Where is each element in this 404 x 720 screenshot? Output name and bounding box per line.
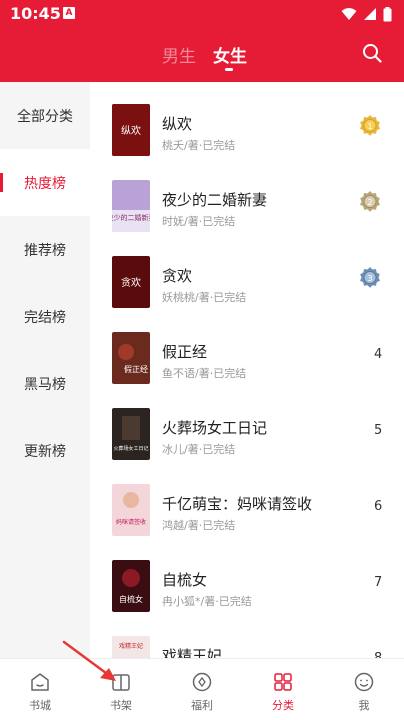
nav-label: 书城 [29, 699, 51, 712]
book-cover[interactable]: 纵欢 [112, 104, 150, 156]
book-title[interactable]: 夜少的二婚新妻 [162, 189, 267, 210]
rank-number: 8 [374, 651, 382, 658]
nav-bookshelf[interactable]: 书架 [81, 659, 161, 720]
book-row[interactable]: 纵欢 纵欢 桃夭/著·已完结 1 [90, 104, 404, 180]
book-title[interactable]: 纵欢 [162, 113, 192, 134]
nav-welfare[interactable]: 福利 [162, 659, 242, 720]
nav-label: 福利 [191, 699, 213, 712]
book-title[interactable]: 千亿萌宝：妈咪请签收 [162, 493, 312, 514]
sidebar-item-label: 热度榜 [24, 175, 66, 192]
book-meta: 桃夭/著·已完结 [162, 139, 236, 152]
rank-number: 4 [374, 347, 383, 362]
cover-text: 纵欢 [121, 124, 141, 137]
nav-label: 我 [358, 699, 370, 712]
cover-text: 妈咪请签收 [116, 518, 146, 526]
status-bar: 10:45 A [0, 0, 404, 28]
profile-icon [354, 672, 374, 692]
rank-number: 6 [374, 499, 383, 514]
book-row[interactable]: 妈咪请签收 千亿萌宝：妈咪请签收 鸿越/著·已完结 6 [90, 484, 404, 560]
book-title[interactable]: 火葬场女工日记 [162, 417, 267, 438]
book-cover[interactable]: 戏精王妃 [112, 636, 150, 658]
status-time: 10:45 [10, 4, 61, 23]
book-meta: 妖桃桃/著·已完结 [162, 291, 247, 304]
sidebar-item-updated[interactable]: 更新榜 [0, 417, 90, 484]
rank-number: 7 [374, 575, 383, 590]
bookshelf-icon [112, 674, 130, 691]
svg-text:3: 3 [367, 274, 372, 283]
book-cover[interactable]: 火葬场女工日记 [112, 408, 150, 460]
ranking-list: 纵欢 纵欢 桃夭/著·已完结 1 夜少的二婚新妻 夜少的二婚新妻 时妩/著·已完… [90, 82, 404, 658]
book-meta: 时妩/著·已完结 [162, 215, 236, 228]
gold-medal-icon: 1 [360, 115, 380, 136]
sidebar-item-recommend[interactable]: 推荐榜 [0, 216, 90, 283]
book-cover[interactable]: 妈咪请签收 [112, 484, 150, 536]
book-cover[interactable]: 假正经 [112, 332, 150, 384]
cover-text: 贪欢 [121, 276, 141, 289]
book-title[interactable]: 贪欢 [162, 265, 192, 286]
bottom-nav: 书城 书架 福利 分类 我 [0, 658, 404, 720]
nav-label: 分类 [272, 699, 294, 712]
book-meta: 冰儿/著·已完结 [162, 443, 236, 456]
sidebar-item-all[interactable]: 全部分类 [0, 82, 90, 149]
nav-me[interactable]: 我 [324, 659, 404, 720]
book-meta: 冉小狐*/著·已完结 [162, 595, 252, 608]
signal-icon [364, 8, 376, 20]
cover-text: 戏精王妃 [119, 642, 143, 650]
book-meta: 鸿越/著·已完结 [162, 519, 236, 532]
wifi-icon [341, 8, 357, 20]
top-header: 男生 女生 [0, 28, 404, 82]
book-title[interactable]: 假正经 [162, 341, 207, 362]
sidebar-item-hot[interactable]: 热度榜 [0, 149, 90, 216]
book-row[interactable]: 贪欢 贪欢 妖桃桃/著·已完结 3 [90, 256, 404, 332]
cover-text: 火葬场女工日记 [113, 445, 148, 452]
sidebar-item-completed[interactable]: 完结榜 [0, 283, 90, 350]
tab-female[interactable]: 女生 [213, 42, 247, 67]
book-row[interactable]: 夜少的二婚新妻 夜少的二婚新妻 时妩/著·已完结 2 [90, 180, 404, 256]
book-meta: 鱼不语/著·已完结 [162, 367, 247, 380]
cover-text: 自梳女 [119, 594, 143, 604]
active-marker [0, 173, 3, 192]
book-row[interactable]: 自梳女 自梳女 冉小狐*/著·已完结 7 [90, 560, 404, 636]
search-icon[interactable] [360, 41, 384, 65]
cover-text: 假正经 [124, 364, 148, 374]
nav-bookstore[interactable]: 书城 [0, 659, 80, 720]
svg-text:2: 2 [367, 198, 372, 207]
nav-label: 书架 [110, 699, 132, 712]
tab-male[interactable]: 男生 [162, 42, 196, 67]
cover-text: 夜少的二婚新妻 [112, 213, 150, 222]
sidebar-item-darkhorse[interactable]: 黑马榜 [0, 350, 90, 417]
category-sidebar: 全部分类 热度榜 推荐榜 完结榜 黑马榜 更新榜 [0, 82, 90, 658]
book-row[interactable]: 戏精王妃 戏精王妃 8 [90, 636, 404, 658]
book-cover[interactable]: 夜少的二婚新妻 [112, 180, 150, 232]
book-title[interactable]: 自梳女 [162, 569, 207, 590]
silver-medal-icon: 2 [360, 191, 380, 212]
gift-icon [192, 672, 212, 692]
book-cover[interactable]: 自梳女 [112, 560, 150, 612]
nav-category[interactable]: 分类 [243, 659, 323, 720]
book-cover[interactable]: 贪欢 [112, 256, 150, 308]
rank-number: 5 [374, 423, 383, 438]
svg-text:1: 1 [367, 122, 372, 131]
battery-icon [383, 6, 392, 21]
notification-icon: A [63, 7, 75, 19]
tab-indicator [225, 68, 233, 71]
status-icons [341, 6, 392, 22]
category-grid-icon [274, 673, 292, 691]
home-icon [31, 673, 49, 691]
book-row[interactable]: 火葬场女工日记 火葬场女工日记 冰儿/著·已完结 5 [90, 408, 404, 484]
bronze-medal-icon: 3 [360, 267, 380, 288]
book-row[interactable]: 假正经 假正经 鱼不语/著·已完结 4 [90, 332, 404, 408]
book-title[interactable]: 戏精王妃 [162, 645, 222, 658]
